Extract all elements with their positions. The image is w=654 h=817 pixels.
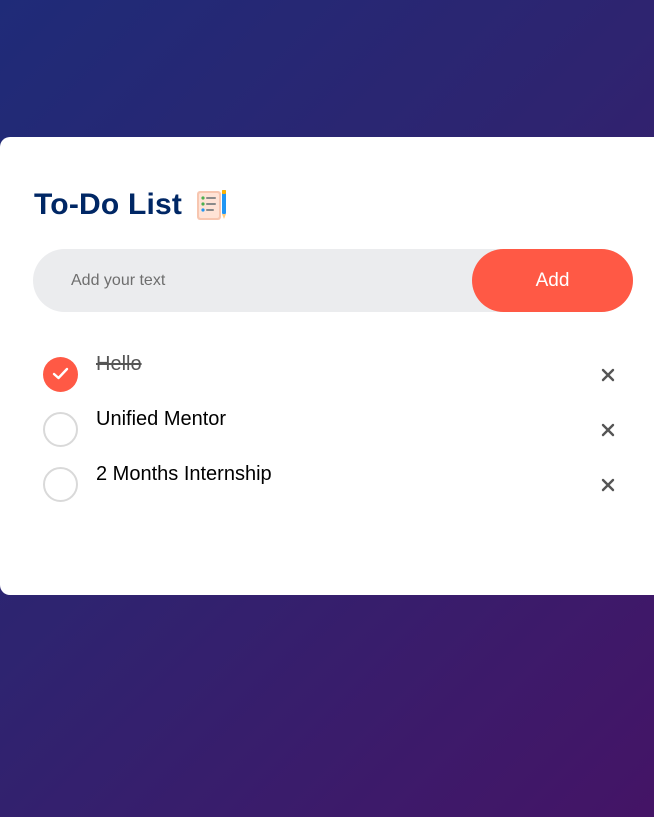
page-title: To-Do List (34, 188, 183, 221)
todo-card: To-Do List Add your text Add Hello Unifi… (0, 137, 654, 595)
close-icon[interactable] (592, 469, 624, 501)
task-checkbox[interactable] (43, 467, 78, 502)
task-checkbox-checked[interactable] (43, 357, 78, 392)
task-text: 2 Months Internship (96, 463, 272, 485)
checklist-notepad-icon (194, 187, 230, 223)
task-input-row: Add (33, 249, 633, 312)
close-icon[interactable] (592, 359, 624, 391)
add-button[interactable]: Add (472, 249, 633, 312)
checkmark-icon (52, 367, 69, 380)
task-checkbox[interactable] (43, 412, 78, 447)
task-text: Unified Mentor (96, 408, 227, 430)
close-icon[interactable] (592, 414, 624, 446)
task-item[interactable]: Unified Mentor (0, 402, 654, 457)
task-list: Hello Unified Mentor 2 Months Internship (0, 347, 654, 512)
header: To-Do List (34, 187, 230, 223)
task-text: Hello (96, 353, 142, 375)
task-item[interactable]: 2 Months Internship (0, 457, 654, 512)
task-item[interactable]: Hello (0, 347, 654, 402)
task-input[interactable] (33, 249, 463, 312)
